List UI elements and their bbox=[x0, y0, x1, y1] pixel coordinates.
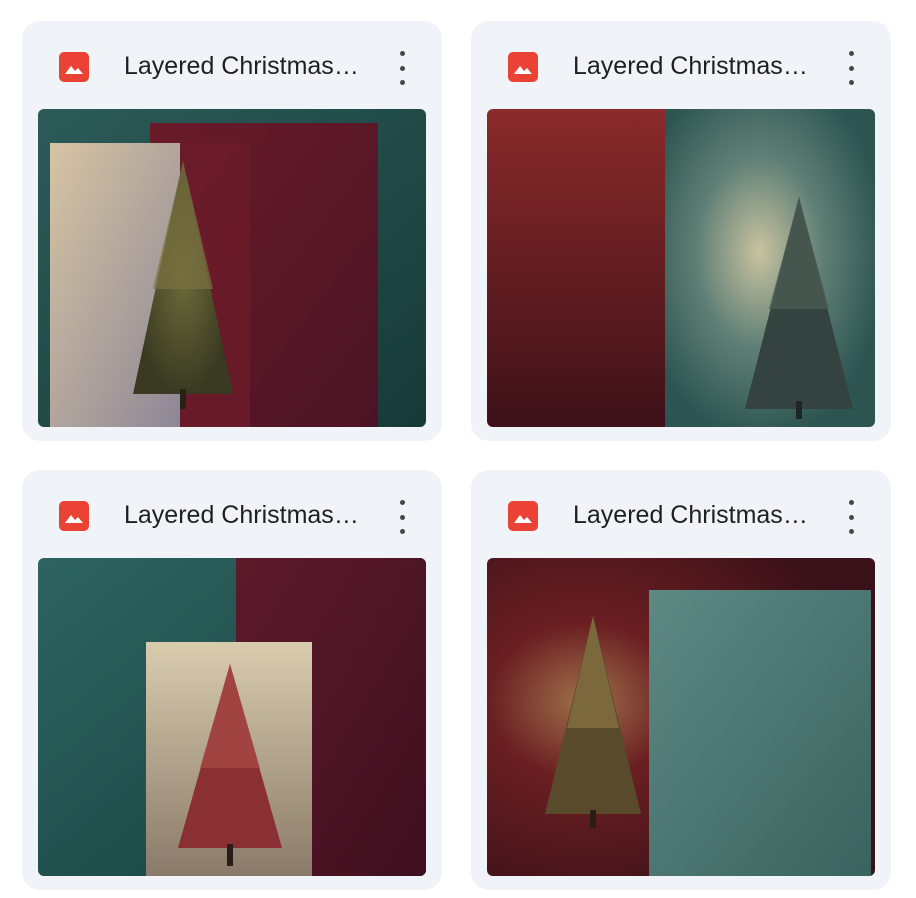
file-card-header: Layered Christmas Tree Backgrounds bbox=[22, 21, 442, 109]
file-thumbnail[interactable] bbox=[487, 558, 875, 876]
file-title[interactable]: Layered Christmas Tree Backgrounds bbox=[573, 49, 813, 83]
image-icon bbox=[508, 52, 538, 82]
file-title[interactable]: Layered Christmas Tree Backgrounds bbox=[124, 498, 364, 532]
file-title[interactable]: Layered Christmas Tree Backgrounds bbox=[573, 498, 813, 532]
file-card[interactable]: Layered Christmas Tree Backgrounds bbox=[22, 21, 442, 441]
file-card-header: Layered Christmas Tree Backgrounds bbox=[471, 470, 891, 558]
image-icon bbox=[508, 501, 538, 531]
image-icon bbox=[59, 501, 89, 531]
file-thumbnail[interactable] bbox=[38, 109, 426, 427]
file-thumbnail[interactable] bbox=[38, 558, 426, 876]
file-card[interactable]: Layered Christmas Tree Backgrounds bbox=[22, 470, 442, 890]
image-icon bbox=[59, 52, 89, 82]
file-card-header: Layered Christmas Tree Backgrounds bbox=[22, 470, 442, 558]
more-vert-icon[interactable] bbox=[839, 51, 863, 85]
file-thumbnail[interactable] bbox=[487, 109, 875, 427]
more-vert-icon[interactable] bbox=[390, 500, 414, 534]
file-title[interactable]: Layered Christmas Tree Backgrounds bbox=[124, 49, 364, 83]
file-card-header: Layered Christmas Tree Backgrounds bbox=[471, 21, 891, 109]
file-card[interactable]: Layered Christmas Tree Backgrounds bbox=[471, 470, 891, 890]
file-card[interactable]: Layered Christmas Tree Backgrounds bbox=[471, 21, 891, 441]
more-vert-icon[interactable] bbox=[390, 51, 414, 85]
more-vert-icon[interactable] bbox=[839, 500, 863, 534]
